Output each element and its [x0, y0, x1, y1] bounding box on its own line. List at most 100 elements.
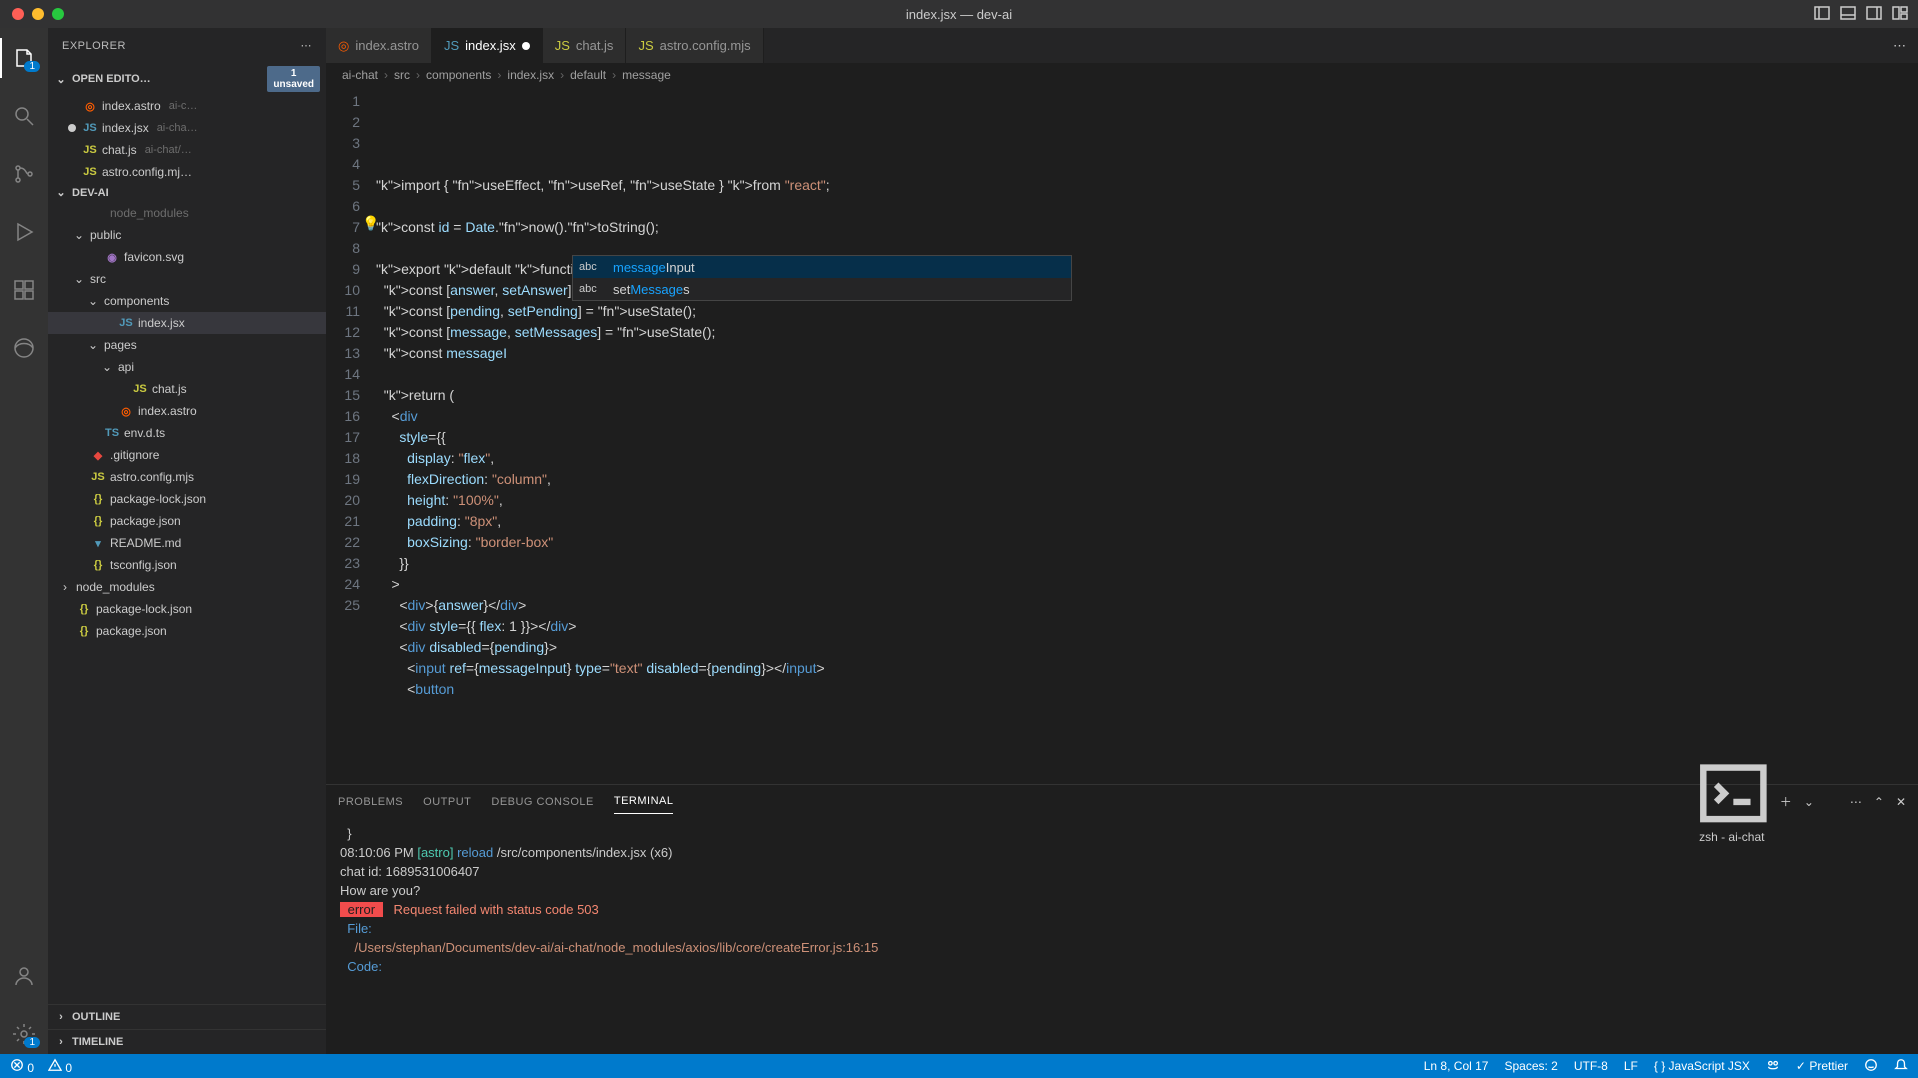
code-line[interactable]: <button — [376, 679, 1918, 700]
status-bell-icon[interactable] — [1894, 1058, 1908, 1075]
code-line[interactable] — [376, 196, 1918, 217]
code-line[interactable]: <input ref={messageInput} type="text" di… — [376, 658, 1918, 679]
toggle-panel-icon[interactable] — [1840, 5, 1856, 24]
tab-more-icon[interactable]: ⋯ — [1893, 38, 1906, 54]
file-item[interactable]: {}package-lock.json — [48, 598, 326, 620]
editor-tab[interactable]: JSchat.js — [543, 28, 627, 63]
explorer-activity[interactable]: 1 — [0, 38, 48, 78]
code-line[interactable]: "k">const messageI — [376, 343, 1918, 364]
file-item[interactable]: {}tsconfig.json — [48, 554, 326, 576]
file-item[interactable]: ▾README.md — [48, 532, 326, 554]
terminal-dropdown-icon[interactable]: ⌄ — [1804, 795, 1814, 809]
code-line[interactable]: display: "flex", — [376, 448, 1918, 469]
file-item[interactable]: ◎index.astro — [48, 400, 326, 422]
code-line[interactable]: "k">const [pending, setPending] = "fn">u… — [376, 301, 1918, 322]
source-control-activity[interactable] — [0, 154, 48, 194]
code-line[interactable]: }} — [376, 553, 1918, 574]
extensions-activity[interactable] — [0, 270, 48, 310]
folder-item[interactable]: ⌄api — [48, 356, 326, 378]
timeline-section[interactable]: ›TIMELINE — [48, 1029, 326, 1054]
code-line[interactable]: flexDirection: "column", — [376, 469, 1918, 490]
accounts-activity[interactable] — [0, 956, 48, 996]
file-item[interactable]: TSenv.d.ts — [48, 422, 326, 444]
editor-tab[interactable]: JSastro.config.mjs — [626, 28, 763, 63]
code-line[interactable] — [376, 364, 1918, 385]
file-item[interactable]: JSastro.config.mjs — [48, 466, 326, 488]
editor-tab[interactable]: JSindex.jsx — [432, 28, 543, 63]
explorer-more-icon[interactable]: ⋯ — [301, 39, 313, 52]
autocomplete-item[interactable]: abcsetMessages — [573, 278, 1071, 300]
toggle-secondary-sidebar-icon[interactable] — [1866, 5, 1882, 24]
status-copilot-icon[interactable] — [1766, 1058, 1780, 1075]
breadcrumb-item[interactable]: message — [622, 68, 671, 82]
code-line[interactable]: "k">const id = Date."fn">now()."fn">toSt… — [376, 217, 1918, 238]
breadcrumb-item[interactable]: components — [426, 68, 491, 82]
folder-item[interactable]: ⌄src — [48, 268, 326, 290]
code-line[interactable]: "k">return ( — [376, 385, 1918, 406]
status-warnings[interactable]: 0 — [48, 1058, 72, 1075]
code-line[interactable]: <div disabled={pending}> — [376, 637, 1918, 658]
file-item[interactable]: JSchat.js — [48, 378, 326, 400]
new-terminal-icon[interactable]: ＋ — [1780, 793, 1792, 810]
run-debug-activity[interactable] — [0, 212, 48, 252]
editor-tab[interactable]: ◎index.astro — [326, 28, 432, 63]
code-line[interactable]: "k">import { "fn">useEffect, "fn">useRef… — [376, 175, 1918, 196]
open-editor-item[interactable]: ◎index.astroai-c… — [48, 95, 326, 117]
folder-item[interactable]: ›node_modules — [48, 576, 326, 598]
close-window[interactable] — [12, 8, 24, 20]
settings-activity[interactable]: 1 — [0, 1014, 48, 1054]
code-line[interactable]: style={{ — [376, 427, 1918, 448]
code-line[interactable]: <div>{answer}</div> — [376, 595, 1918, 616]
project-section[interactable]: ⌄DEV-AI — [48, 183, 326, 202]
file-item[interactable]: {}package-lock.json — [48, 488, 326, 510]
panel-tab[interactable]: OUTPUT — [423, 790, 471, 814]
code-line[interactable]: > — [376, 574, 1918, 595]
terminal-output[interactable]: }08:10:06 PM [astro] reload /src/compone… — [326, 818, 1918, 1054]
breadcrumb-item[interactable]: src — [394, 68, 410, 82]
code-line[interactable]: height: "100%", — [376, 490, 1918, 511]
edge-activity[interactable] — [0, 328, 48, 368]
maximize-window[interactable] — [52, 8, 64, 20]
open-editor-item[interactable]: JSindex.jsxai-cha… — [48, 117, 326, 139]
breadcrumb[interactable]: ai-chat›src›components›index.jsx›default… — [326, 63, 1918, 87]
minimize-window[interactable] — [32, 8, 44, 20]
status-position[interactable]: Ln 8, Col 17 — [1424, 1059, 1489, 1073]
file-item[interactable]: ◆.gitignore — [48, 444, 326, 466]
autocomplete-popup[interactable]: abcmessageInputabcsetMessages — [572, 255, 1072, 301]
status-encoding[interactable]: UTF-8 — [1574, 1059, 1608, 1073]
code-line[interactable]: <div — [376, 406, 1918, 427]
folder-item[interactable]: ⌄components — [48, 290, 326, 312]
status-feedback-icon[interactable] — [1864, 1058, 1878, 1075]
status-errors[interactable]: 0 — [10, 1058, 34, 1075]
breadcrumb-item[interactable]: index.jsx — [507, 68, 554, 82]
panel-tab[interactable]: DEBUG CONSOLE — [491, 790, 593, 814]
panel-tab[interactable]: TERMINAL — [614, 789, 674, 814]
outline-section[interactable]: ›OUTLINE — [48, 1004, 326, 1029]
open-editor-item[interactable]: JSchat.jsai-chat/… — [48, 139, 326, 161]
folder-item[interactable]: ⌄pages — [48, 334, 326, 356]
file-item[interactable]: {}package.json — [48, 620, 326, 642]
panel-tab[interactable]: PROBLEMS — [338, 790, 403, 814]
breadcrumb-item[interactable]: default — [570, 68, 606, 82]
customize-layout-icon[interactable] — [1892, 5, 1908, 24]
code-line[interactable]: <div style={{ flex: 1 }}></div> — [376, 616, 1918, 637]
toggle-primary-sidebar-icon[interactable] — [1814, 5, 1830, 24]
file-item[interactable]: ◉favicon.svg — [48, 246, 326, 268]
code-line[interactable]: boxSizing: "border-box" — [376, 532, 1918, 553]
status-language[interactable]: { } JavaScript JSX — [1654, 1059, 1750, 1073]
status-prettier[interactable]: ✓ Prettier — [1796, 1059, 1848, 1073]
lightbulb-icon[interactable]: 💡 — [362, 213, 379, 234]
folder-item[interactable]: ⌄public — [48, 224, 326, 246]
code-line[interactable]: "k">const [message, setMessages] = "fn">… — [376, 322, 1918, 343]
code-line[interactable]: padding: "8px", — [376, 511, 1918, 532]
status-spaces[interactable]: Spaces: 2 — [1504, 1059, 1557, 1073]
panel-more-icon[interactable]: ⋯ — [1850, 795, 1862, 809]
maximize-panel-icon[interactable]: ⌃ — [1874, 795, 1884, 809]
search-activity[interactable] — [0, 96, 48, 136]
file-item[interactable]: JSindex.jsx — [48, 312, 326, 334]
status-eol[interactable]: LF — [1624, 1059, 1638, 1073]
file-item[interactable]: node_modules — [48, 202, 326, 224]
breadcrumb-item[interactable]: ai-chat — [342, 68, 378, 82]
open-editors-section[interactable]: ⌄OPEN EDITO… 1 unsaved — [48, 63, 326, 95]
open-editor-item[interactable]: JSastro.config.mj… — [48, 161, 326, 183]
